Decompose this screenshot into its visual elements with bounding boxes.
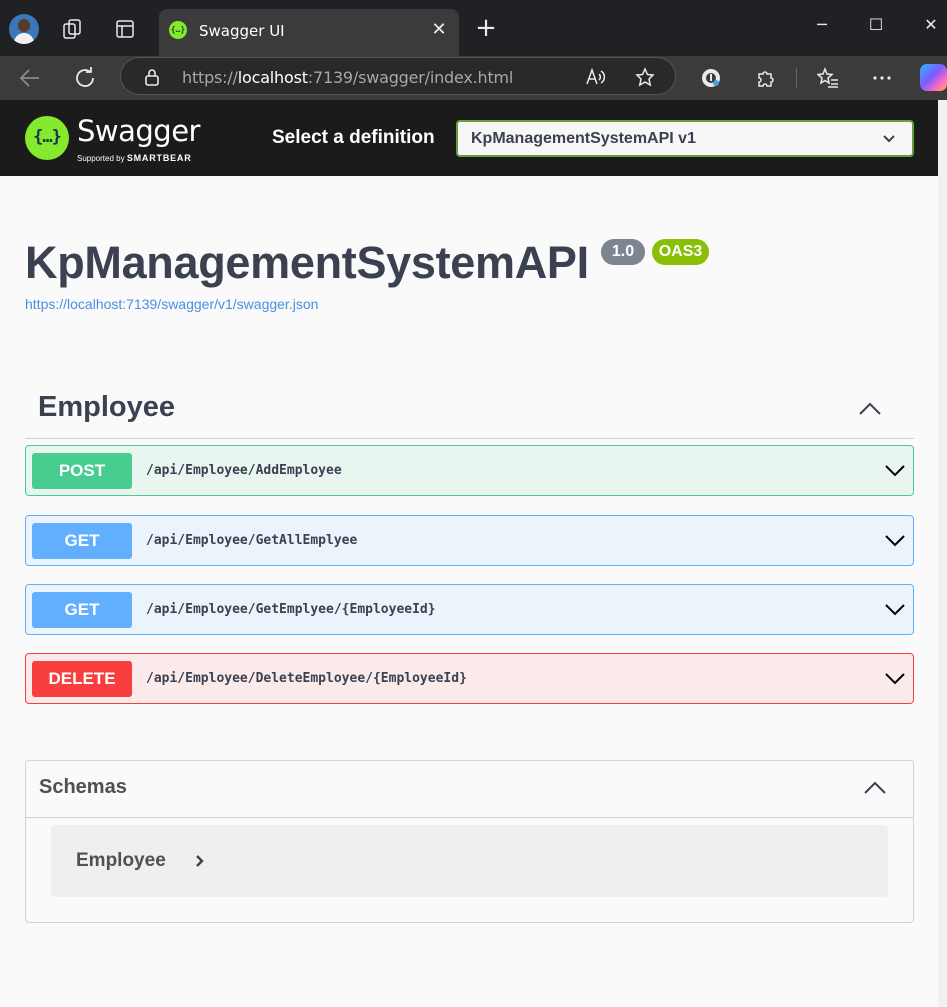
- minimize-icon[interactable]: ─: [811, 14, 833, 36]
- url-text[interactable]: https://localhost:7139/swagger/index.htm…: [182, 68, 513, 87]
- page-scrollbar[interactable]: [938, 100, 947, 1007]
- logo-supported-text: Supported by: [77, 154, 125, 163]
- tag-header-employee[interactable]: Employee: [25, 380, 914, 439]
- page-content: {…} Swagger Supported by SMARTBEAR Selec…: [0, 100, 938, 1007]
- schemas-header[interactable]: Schemas: [26, 761, 913, 818]
- chevron-down-icon: [882, 132, 896, 146]
- definition-select[interactable]: KpManagementSystemAPI v1: [456, 120, 914, 157]
- operation-path: /api/Employee/AddEmployee: [146, 463, 342, 478]
- read-aloud-icon[interactable]: [585, 67, 606, 87]
- logo-brand-text: SMARTBEAR: [126, 153, 192, 163]
- profile-avatar[interactable]: [9, 14, 39, 44]
- chevron-up-icon[interactable]: [863, 776, 887, 800]
- avatar-face: [18, 19, 30, 32]
- tab-title: Swagger UI: [199, 22, 285, 40]
- maximize-icon[interactable]: ☐: [865, 14, 887, 36]
- url-scheme: https://: [182, 68, 238, 87]
- definition-selected-value: KpManagementSystemAPI v1: [471, 130, 696, 147]
- lock-icon[interactable]: [143, 68, 161, 86]
- method-badge: DELETE: [32, 661, 132, 697]
- avatar-body: [14, 33, 34, 44]
- chevron-right-icon[interactable]: [191, 852, 209, 870]
- swagger-logo-name: Swagger: [77, 114, 200, 148]
- method-badge: POST: [32, 453, 132, 489]
- chevron-up-icon[interactable]: [858, 397, 882, 421]
- password-manager-icon[interactable]: [700, 67, 722, 89]
- operation-get-employee-by-id[interactable]: GET /api/Employee/GetEmplyee/{EmployeeId…: [25, 584, 914, 635]
- api-title: KpManagementSystemAPI: [25, 237, 589, 288]
- close-tab-icon[interactable]: ✕: [429, 19, 449, 39]
- chevron-down-icon[interactable]: [884, 460, 906, 482]
- schemas-section: Schemas Employee: [25, 760, 914, 923]
- model-employee[interactable]: Employee: [51, 825, 888, 897]
- copilot-icon[interactable]: [920, 64, 947, 91]
- new-tab-icon[interactable]: +: [473, 15, 499, 41]
- method-badge: GET: [32, 523, 132, 559]
- swagger-logo-icon[interactable]: {…}: [25, 116, 69, 160]
- browser-tab-active[interactable]: {…} Swagger UI ✕: [159, 9, 459, 56]
- operation-post-add-employee[interactable]: POST /api/Employee/AddEmployee: [25, 445, 914, 496]
- close-window-icon[interactable]: ✕: [920, 14, 942, 36]
- operation-delete-employee[interactable]: DELETE /api/Employee/DeleteEmployee/{Emp…: [25, 653, 914, 704]
- version-badge: 1.0: [601, 239, 645, 265]
- puzzle-icon[interactable]: [755, 67, 777, 89]
- url-path: :7139/swagger/index.html: [307, 68, 514, 87]
- url-host: localhost: [237, 68, 308, 87]
- toolbar-separator: [796, 68, 797, 88]
- refresh-icon[interactable]: [71, 64, 99, 92]
- swagger-favicon-icon: {…}: [169, 21, 187, 39]
- favorites-icon[interactable]: [816, 66, 839, 89]
- operation-path: /api/Employee/GetEmplyee/{EmployeeId}: [146, 602, 436, 617]
- chevron-down-icon[interactable]: [884, 668, 906, 690]
- vertical-tabs-icon[interactable]: [114, 18, 136, 40]
- back-arrow-icon[interactable]: [16, 64, 44, 92]
- tag-name: Employee: [38, 391, 175, 423]
- chevron-down-icon[interactable]: [884, 599, 906, 621]
- workspaces-icon[interactable]: [61, 18, 83, 40]
- oas-badge: OAS3: [652, 239, 709, 265]
- operation-path: /api/Employee/DeleteEmployee/{EmployeeId…: [146, 671, 467, 686]
- operation-get-all-employee[interactable]: GET /api/Employee/GetAllEmplyee: [25, 515, 914, 566]
- browser-toolbar: https://localhost:7139/swagger/index.htm…: [0, 56, 947, 100]
- star-icon[interactable]: [635, 67, 655, 87]
- address-bar[interactable]: https://localhost:7139/swagger/index.htm…: [120, 57, 676, 95]
- operation-path: /api/Employee/GetAllEmplyee: [146, 533, 358, 548]
- definition-label: Select a definition: [272, 127, 435, 148]
- spec-json-link[interactable]: https://localhost:7139/swagger/v1/swagge…: [25, 296, 318, 312]
- swagger-topbar: {…} Swagger Supported by SMARTBEAR Selec…: [0, 100, 938, 176]
- browser-tab-bar: {…} Swagger UI ✕ + ─ ☐ ✕: [0, 0, 947, 56]
- schemas-title: Schemas: [39, 776, 127, 798]
- more-icon[interactable]: [871, 67, 893, 89]
- model-name: Employee: [76, 850, 166, 871]
- chevron-down-icon[interactable]: [884, 530, 906, 552]
- swagger-logo-subtitle: Supported by SMARTBEAR: [77, 153, 192, 163]
- method-badge: GET: [32, 592, 132, 628]
